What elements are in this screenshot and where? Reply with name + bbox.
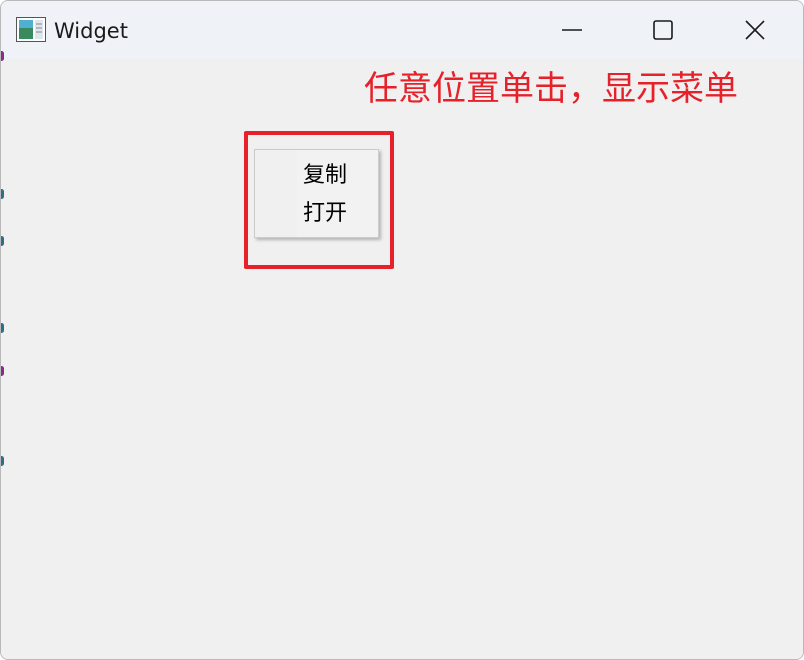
annotation-text: 任意位置单击，显示菜单 [364, 69, 738, 109]
edge-mark [1, 236, 4, 246]
edge-mark [1, 323, 4, 333]
app-window: Widget 任意位置单击，显示菜单 复制 打开 [0, 0, 804, 660]
window-title: Widget [54, 19, 128, 43]
client-area[interactable] [1, 59, 803, 659]
minimize-button[interactable] [526, 1, 618, 59]
menu-item-label: 打开 [303, 201, 348, 226]
edge-mark [1, 51, 4, 61]
menu-item-label: 复制 [303, 163, 348, 188]
edge-mark [1, 456, 4, 466]
menu-item-copy[interactable]: 复制 [255, 158, 378, 194]
close-button[interactable] [709, 1, 801, 59]
close-icon [745, 20, 765, 40]
menu-item-open[interactable]: 打开 [255, 196, 378, 232]
edge-mark [1, 366, 4, 376]
minimize-icon [562, 29, 582, 31]
maximize-icon [653, 20, 673, 40]
app-icon [16, 17, 46, 42]
edge-mark [1, 189, 4, 199]
title-bar[interactable]: Widget [1, 1, 803, 59]
context-menu: 复制 打开 [254, 149, 379, 238]
maximize-button[interactable] [617, 1, 709, 59]
